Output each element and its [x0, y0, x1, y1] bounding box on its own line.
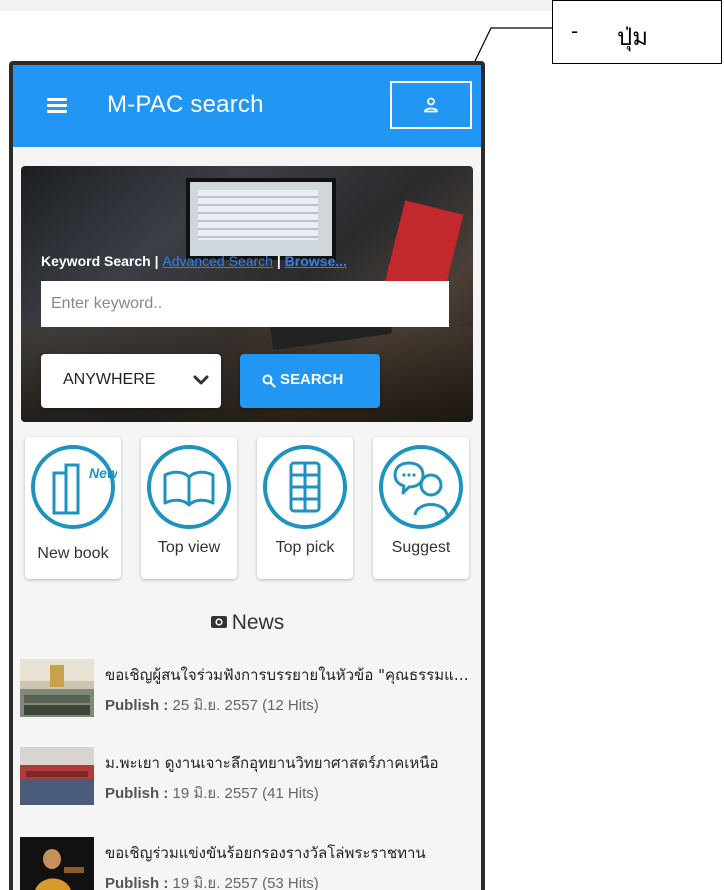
tile-top-pick[interactable]: Top pick — [257, 437, 353, 579]
callout-dash: - — [571, 19, 579, 43]
tab-advanced-search[interactable]: Advanced Search — [162, 253, 273, 269]
tab-separator: | — [154, 253, 159, 269]
tile-label-top-view: Top view — [157, 539, 221, 556]
tile-top-view[interactable]: Top view — [141, 437, 237, 579]
news-item[interactable]: ขอเชิญผู้สนใจร่วมฟังการบรรยายในหัวข้อ "ค… — [13, 657, 481, 723]
news-title[interactable]: ขอเชิญผู้สนใจร่วมฟังการบรรยายในหัวข้อ "ค… — [105, 663, 475, 687]
top-gray-strip — [0, 0, 552, 11]
tab-browse[interactable]: Browse... — [285, 253, 347, 269]
news-heading: News — [13, 611, 481, 635]
publish-label: Publish : — [105, 875, 169, 890]
news-thumbnail — [20, 837, 94, 890]
search-scope-select[interactable]: ANYWHERE — [41, 354, 221, 408]
menu-icon[interactable] — [47, 98, 67, 113]
news-meta: Publish : 19 มิ.ย. 2557 (53 Hits) — [105, 871, 319, 890]
chevron-down-icon — [193, 375, 209, 385]
app-screen: M-PAC search Keyword Search | Advanced S… — [13, 65, 481, 890]
app-bar: M-PAC search — [13, 65, 481, 147]
new-badge-text: New — [89, 465, 117, 481]
camera-icon — [210, 616, 227, 628]
book-stack-icon — [263, 445, 347, 529]
tile-new-book[interactable]: New New book — [25, 437, 121, 579]
publish-label: Publish : — [105, 785, 169, 802]
user-login-button[interactable] — [390, 81, 472, 129]
search-hero: Keyword Search | Advanced Search | Brows… — [21, 166, 473, 422]
open-book-icon — [147, 445, 231, 529]
search-type-tabs: Keyword Search | Advanced Search | Brows… — [41, 253, 347, 269]
tab-keyword-search[interactable]: Keyword Search — [41, 253, 151, 269]
tile-label-top-pick: Top pick — [275, 539, 335, 556]
hero-background-monitor — [186, 178, 336, 260]
news-meta: Publish : 19 มิ.ย. 2557 (41 Hits) — [105, 781, 319, 805]
user-icon — [424, 97, 438, 113]
news-item[interactable]: ม.พะเยา ดูงานเจาะลึกอุทยานวิทยาศาสตร์ภาค… — [13, 745, 481, 811]
news-title[interactable]: ขอเชิญร่วมแข่งขันร้อยกรองรางวัลโล่พระราช… — [105, 841, 475, 865]
news-title[interactable]: ม.พะเยา ดูงานเจาะลึกอุทยานวิทยาศาสตร์ภาค… — [105, 751, 475, 775]
callout-box: - ปุ่ม — [552, 0, 722, 64]
callout-text: ปุ่ม — [617, 23, 649, 51]
phone-frame: M-PAC search Keyword Search | Advanced S… — [9, 61, 485, 890]
news-item[interactable]: ขอเชิญร่วมแข่งขันร้อยกรองรางวัลโล่พระราช… — [13, 835, 481, 890]
publish-label: Publish : — [105, 697, 169, 714]
tab-separator: | — [276, 253, 281, 269]
search-scope-value: ANYWHERE — [63, 371, 156, 388]
tile-label-new-book: New book — [37, 545, 109, 562]
search-button[interactable]: SEARCH — [240, 354, 380, 408]
tile-suggest[interactable]: Suggest — [373, 437, 469, 579]
news-date: 19 มิ.ย. 2557 (53 Hits) — [172, 875, 319, 890]
news-thumbnail — [20, 747, 94, 805]
search-button-label: SEARCH — [280, 371, 344, 388]
search-icon — [262, 374, 276, 388]
keyword-search-input[interactable] — [41, 281, 449, 327]
news-date: 19 มิ.ย. 2557 (41 Hits) — [172, 785, 319, 802]
app-title: M-PAC search — [107, 91, 264, 118]
suggest-person-icon — [379, 445, 463, 529]
new-book-icon: New — [31, 445, 117, 529]
news-date: 25 มิ.ย. 2557 (12 Hits) — [172, 697, 319, 714]
news-heading-text: News — [231, 611, 285, 634]
news-thumbnail — [20, 659, 94, 717]
news-meta: Publish : 25 มิ.ย. 2557 (12 Hits) — [105, 693, 319, 717]
tile-label-suggest: Suggest — [391, 539, 451, 556]
